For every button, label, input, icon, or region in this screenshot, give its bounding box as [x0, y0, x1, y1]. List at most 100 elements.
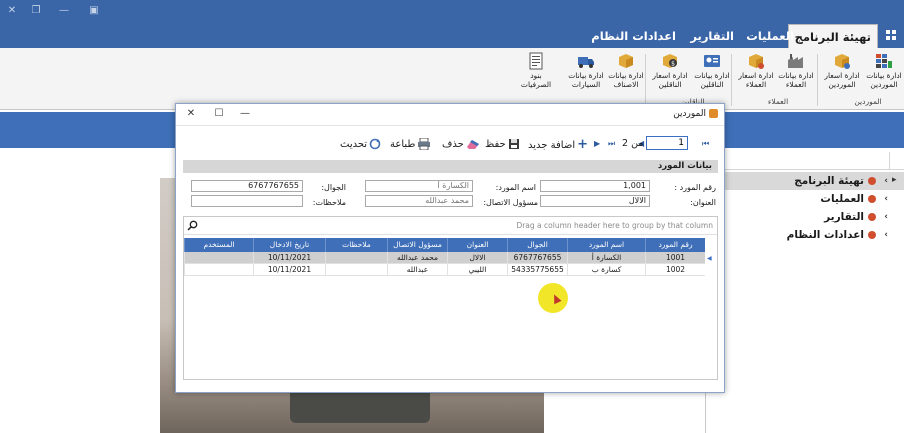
- bullet-icon: [868, 231, 876, 239]
- last-record-icon[interactable]: ▶: [594, 139, 600, 148]
- close-icon[interactable]: ✕: [4, 3, 20, 19]
- window-options-icon[interactable]: ▣: [86, 3, 102, 19]
- table-row[interactable]: 1002 كسارة ب 54335775655 الليبي عبدالله …: [184, 264, 705, 276]
- column-header[interactable]: تاريخ الادخال: [253, 238, 325, 252]
- group-by-panel[interactable]: Drag a column header here to group by th…: [184, 217, 717, 235]
- mobile-label: الجوال:: [321, 183, 346, 192]
- save-button[interactable]: حفظ: [485, 136, 520, 154]
- refresh-button[interactable]: تحديث: [340, 136, 381, 154]
- cell-entry-date[interactable]: 10/11/2021: [253, 252, 325, 264]
- floppy-disk-icon: [508, 139, 519, 149]
- add-new-button[interactable]: +اضافة جديد: [528, 136, 588, 154]
- dialog-title: الموردين: [673, 109, 718, 119]
- close-icon[interactable]: ✕: [184, 107, 198, 121]
- tab-program-setup[interactable]: تهيئة البرنامج: [787, 24, 878, 48]
- plus-icon: +: [577, 137, 589, 152]
- chevron-right-icon[interactable]: ›: [884, 226, 888, 244]
- tab-system-settings[interactable]: اعدادات النظام: [585, 24, 682, 48]
- cell-mobile[interactable]: 6767767655: [507, 252, 567, 264]
- app-menu-icon[interactable]: [886, 30, 896, 40]
- cell-address[interactable]: الليبي: [447, 264, 507, 276]
- contact-person-field[interactable]: محمد عبدالله: [365, 195, 473, 207]
- carriers-prices-button[interactable]: $ ادارة اسعار الناقلين: [648, 52, 692, 96]
- cell-user[interactable]: [184, 252, 253, 264]
- suppliers-grid: Drag a column header here to group by th…: [183, 216, 718, 380]
- bullet-icon: [868, 177, 876, 185]
- cell-contact[interactable]: عبدالله: [387, 264, 447, 276]
- cell-supplier-number[interactable]: 1002: [645, 264, 705, 276]
- cell-mobile[interactable]: 54335775655: [507, 264, 567, 276]
- cell-notes[interactable]: [325, 264, 387, 276]
- box-price-icon: [749, 54, 764, 69]
- page-number-input[interactable]: [646, 136, 688, 150]
- money-box-icon: $: [663, 54, 677, 68]
- previous-record-icon[interactable]: ⏭: [608, 139, 615, 149]
- restore-icon[interactable]: ❐: [28, 3, 44, 19]
- minimize-icon[interactable]: —: [238, 107, 252, 121]
- column-header[interactable]: ملاحظات: [325, 238, 387, 252]
- column-header[interactable]: المستخدم: [184, 238, 253, 252]
- mobile-field[interactable]: 6767767655: [191, 180, 303, 192]
- chevron-right-icon[interactable]: ›: [884, 208, 888, 226]
- dialog-title-bar: ✕ ☐ — الموردين: [176, 104, 724, 126]
- cell-supplier-name[interactable]: الكسارة أ: [567, 252, 645, 264]
- truck-icon: [578, 57, 594, 68]
- cell-entry-date[interactable]: 10/11/2021: [253, 264, 325, 276]
- column-header[interactable]: الجوال: [507, 238, 567, 252]
- document-icon: [529, 52, 543, 70]
- carriers-data-button[interactable]: ادارة بيانات الناقلين: [690, 52, 734, 96]
- customers-prices-button[interactable]: ادارة اسعار العملاء: [734, 52, 778, 96]
- search-icon[interactable]: [187, 220, 198, 231]
- delete-button[interactable]: حذف: [442, 136, 480, 154]
- column-header[interactable]: رقم المورد: [645, 238, 705, 252]
- notes-field[interactable]: [191, 195, 303, 207]
- ribbon-group-suppliers: الموردين: [854, 97, 882, 106]
- chevron-right-icon[interactable]: ›: [884, 172, 888, 190]
- supplier-number-label: رقم المورد :: [674, 183, 716, 192]
- customers-data-button[interactable]: ادارة بيانات العملاء: [774, 52, 818, 96]
- eraser-icon: [466, 140, 479, 149]
- cell-notes[interactable]: [325, 252, 387, 264]
- box-price-icon: [835, 54, 850, 69]
- grid-header: رقم المورد اسم المورد الجوال العنوان مسؤ…: [184, 238, 705, 252]
- column-header[interactable]: اسم المورد: [567, 238, 645, 252]
- table-row[interactable]: 1001 الكسارة أ 6767767655 الالال محمد عب…: [184, 252, 705, 264]
- address-field[interactable]: الالال: [540, 195, 650, 207]
- tab-reports[interactable]: التقارير: [684, 24, 740, 48]
- print-button[interactable]: طباعة: [390, 136, 431, 154]
- nav-item-reports[interactable]: › التقارير: [706, 208, 904, 226]
- page-count-label: من 2: [622, 138, 644, 149]
- ribbon-tabs: تهيئة البرنامج العمليات التقارير اعدادات…: [0, 22, 904, 48]
- contact-card-icon: [704, 55, 720, 67]
- supplier-name-field[interactable]: الكسارة أ: [365, 180, 473, 192]
- section-header: بيانات المورد: [183, 160, 718, 173]
- bullet-icon: [868, 213, 876, 221]
- navigation-tree: › تهيئة البرنامج › العمليات › التقارير ›…: [705, 152, 904, 433]
- chevron-right-icon[interactable]: ›: [884, 190, 888, 208]
- nav-item-program-setup[interactable]: › تهيئة البرنامج: [706, 172, 904, 190]
- maximize-icon[interactable]: ☐: [212, 107, 226, 121]
- cell-contact[interactable]: محمد عبدالله: [387, 252, 447, 264]
- cell-supplier-name[interactable]: كسارة ب: [567, 264, 645, 276]
- column-header[interactable]: العنوان: [447, 238, 507, 252]
- supplier-number-field[interactable]: 1,001: [540, 180, 650, 192]
- column-header[interactable]: مسؤول الاتصال: [387, 238, 447, 252]
- vehicles-data-button[interactable]: ادارة بيانات السيارات: [564, 52, 608, 96]
- nav-item-operations[interactable]: › العمليات: [706, 190, 904, 208]
- nav-item-system-settings[interactable]: › اعدادات النظام: [706, 226, 904, 244]
- contact-person-label: مسؤول الاتصال:: [483, 198, 538, 207]
- first-record-icon[interactable]: ⏮: [702, 139, 709, 149]
- address-label: العنوان:: [690, 198, 716, 207]
- tab-operations[interactable]: العمليات: [740, 24, 800, 48]
- refresh-icon: [369, 138, 381, 150]
- window-title-bar: ✕ ❐ — ▣: [0, 0, 904, 22]
- expense-items-button[interactable]: بنود الصرفيات: [514, 52, 558, 96]
- items-data-button[interactable]: ادارة بيانات الاصناف: [604, 52, 648, 96]
- cell-supplier-number[interactable]: 1001: [645, 252, 705, 264]
- suppliers-data-button[interactable]: ادارة بيانات الموردين: [862, 52, 904, 96]
- cell-address[interactable]: الالال: [447, 252, 507, 264]
- suppliers-prices-button[interactable]: ادارة اسعار الموردين: [820, 52, 864, 96]
- minimize-icon[interactable]: —: [56, 3, 72, 19]
- notes-label: ملاحظات:: [312, 198, 346, 207]
- cell-user[interactable]: [184, 264, 253, 276]
